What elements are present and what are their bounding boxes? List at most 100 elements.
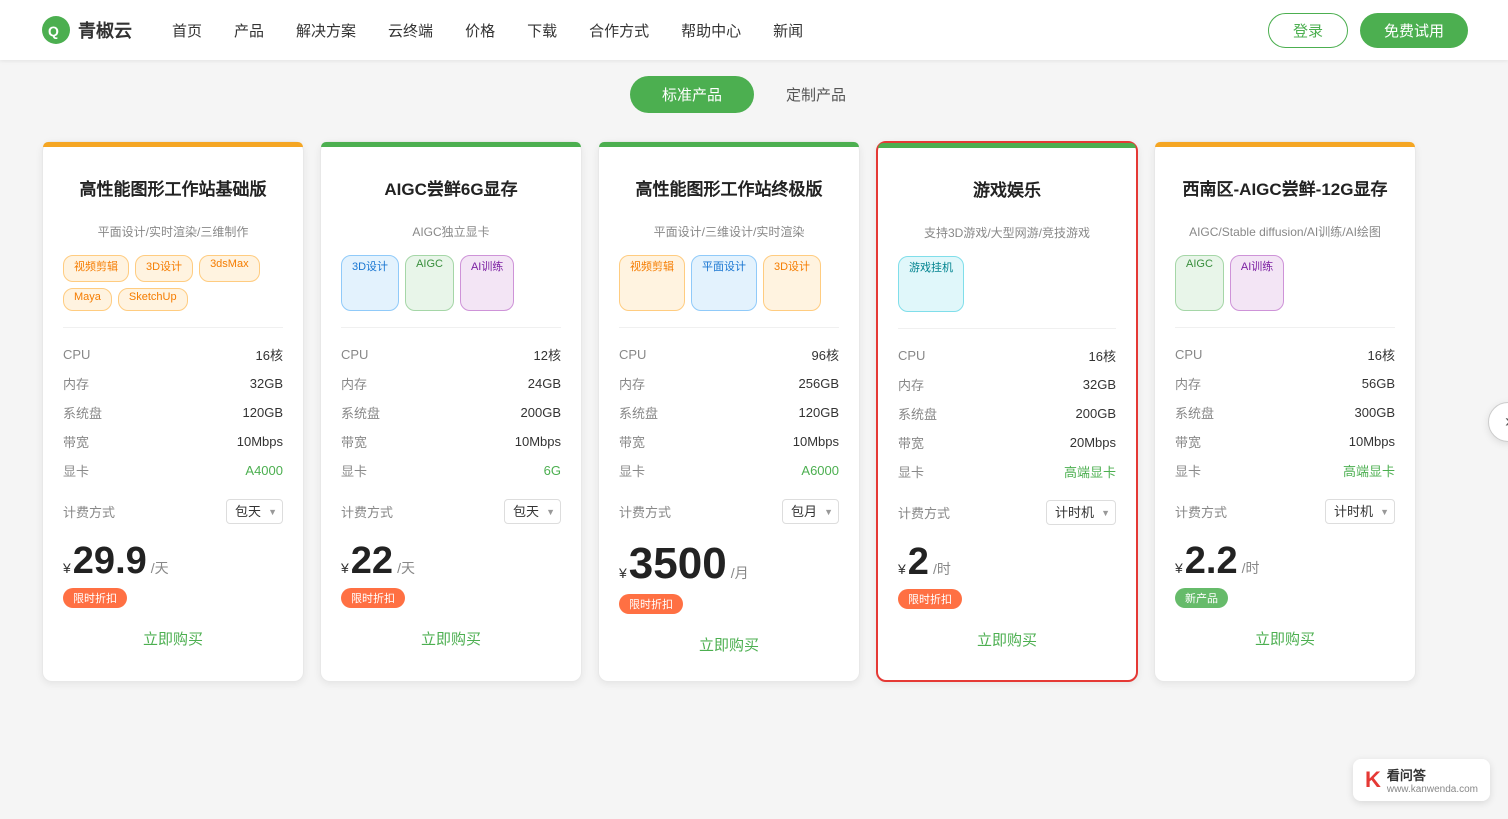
spec-disk-1: 系统盘 120GB (63, 398, 283, 427)
spec-gpu-2: 显卡 6G (341, 456, 561, 485)
tab-standard[interactable]: 标准产品 (630, 76, 754, 113)
nav-cooperation[interactable]: 合作方式 (589, 20, 649, 41)
price-section-4: ¥ 2 /时 限时折扣 (878, 543, 1136, 609)
watermark-text-block: 看问答 www.kanwenda.com (1387, 765, 1478, 795)
tab-custom[interactable]: 定制产品 (754, 76, 878, 113)
card-tags-4: 游戏挂机 (898, 256, 1116, 312)
tag-aitrain-5[interactable]: AI训练 (1230, 255, 1284, 311)
billing-select-5[interactable]: 计时机包天包月 (1325, 499, 1395, 524)
nav-price[interactable]: 价格 (465, 20, 495, 41)
price-badge-5[interactable]: 新产品 (1175, 588, 1228, 608)
spec-disk-3: 系统盘 120GB (619, 398, 839, 427)
tag-sketchup[interactable]: SketchUp (118, 288, 188, 311)
tag-video-edit[interactable]: 视频剪辑 (63, 255, 129, 282)
spec-bw-5: 带宽 10Mbps (1175, 427, 1395, 456)
spec-gpu-3: 显卡 A6000 (619, 456, 839, 485)
nav-news[interactable]: 新闻 (773, 20, 803, 41)
buy-button-1[interactable]: 立即购买 (43, 622, 303, 655)
spec-bw-3: 带宽 10Mbps (619, 427, 839, 456)
watermark: K 看问答 www.kanwenda.com (1353, 759, 1490, 801)
billing-select-2[interactable]: 包天包月 (504, 499, 561, 524)
card-tags-1: 视频剪辑 3D设计 3dsMax Maya SketchUp (63, 255, 283, 311)
price-section-3: ¥ 3500 /月 限时折扣 (599, 542, 859, 614)
card-specs-4: CPU 16核 内存 32GB 系统盘 200GB 带宽 20Mbps 显卡 (898, 328, 1116, 486)
billing-select-wrapper-2[interactable]: 包天包月 (504, 499, 561, 524)
card-body-1: 高性能图形工作站基础版 平面设计/实时渲染/三维制作 视频剪辑 3D设计 3ds… (43, 147, 303, 524)
buy-button-4[interactable]: 立即购买 (878, 623, 1136, 656)
tag-aitrain-2[interactable]: AI训练 (460, 255, 514, 311)
billing-select-3[interactable]: 包月包天 (782, 499, 839, 524)
tag-aigc-5[interactable]: AIGC (1175, 255, 1224, 311)
spec-mem-2: 内存 24GB (341, 369, 561, 398)
trial-button[interactable]: 免费试用 (1360, 13, 1468, 48)
card-tags-3: 视频剪辑 平面设计 3D设计 (619, 255, 839, 311)
card-title-3: 高性能图形工作站终极版 (619, 165, 839, 215)
svg-text:Q: Q (48, 23, 59, 39)
billing-select-4[interactable]: 计时机包天包月 (1046, 500, 1116, 525)
card-body-5: 西南区-AIGC尝鲜-12G显存 AIGC/Stable diffusion/A… (1155, 147, 1415, 524)
spec-mem-3: 内存 256GB (619, 369, 839, 398)
price-main-5: ¥ 2.2 /时 (1175, 542, 1395, 580)
spec-bw-4: 带宽 20Mbps (898, 428, 1116, 457)
price-main-1: ¥ 29.9 /天 (63, 542, 283, 580)
next-arrow[interactable]: › (1488, 402, 1508, 442)
price-badge-1[interactable]: 限时折扣 (63, 588, 127, 608)
tag-maya[interactable]: Maya (63, 288, 112, 311)
buy-button-2[interactable]: 立即购买 (321, 622, 581, 655)
billing-select-wrapper-3[interactable]: 包月包天 (782, 499, 839, 524)
spec-cpu-3: CPU 96核 (619, 340, 839, 369)
tag-game-4[interactable]: 游戏挂机 (898, 256, 964, 312)
price-badge-2[interactable]: 限时折扣 (341, 588, 405, 608)
billing-select-1[interactable]: 包天包月 (226, 499, 283, 524)
card-tags-2: 3D设计 AIGC AI训练 (341, 255, 561, 311)
nav-download[interactable]: 下载 (527, 20, 557, 41)
card-specs-2: CPU 12核 内存 24GB 系统盘 200GB 带宽 10Mbps 显卡 (341, 327, 561, 485)
price-badge-4[interactable]: 限时折扣 (898, 589, 962, 609)
card-tags-5: AIGC AI训练 (1175, 255, 1395, 311)
buy-button-5[interactable]: 立即购买 (1155, 622, 1415, 655)
login-button[interactable]: 登录 (1268, 13, 1348, 48)
tag-video-3[interactable]: 视频剪辑 (619, 255, 685, 311)
billing-select-wrapper-5[interactable]: 计时机包天包月 (1325, 499, 1395, 524)
nav-home[interactable]: 首页 (172, 20, 202, 41)
spec-mem-4: 内存 32GB (898, 370, 1116, 399)
tag-3d-3[interactable]: 3D设计 (763, 255, 821, 311)
main-nav: 首页 产品 解决方案 云终端 价格 下载 合作方式 帮助中心 新闻 (172, 20, 1268, 41)
card-body-2: AIGC尝鲜6G显存 AIGC独立显卡 3D设计 AIGC AI训练 CPU 1… (321, 147, 581, 524)
nav-help[interactable]: 帮助中心 (681, 20, 741, 41)
price-main-4: ¥ 2 /时 (898, 543, 1116, 581)
card-workstation-ultimate: 高性能图形工作站终极版 平面设计/三维设计/实时渲染 视频剪辑 平面设计 3D设… (598, 141, 860, 682)
logo[interactable]: Q 青椒云 (40, 14, 132, 46)
card-aigc-6g: AIGC尝鲜6G显存 AIGC独立显卡 3D设计 AIGC AI训练 CPU 1… (320, 141, 582, 682)
header: Q 青椒云 首页 产品 解决方案 云终端 价格 下载 合作方式 帮助中心 新闻 … (0, 0, 1508, 60)
card-workstation-basic: 高性能图形工作站基础版 平面设计/实时渲染/三维制作 视频剪辑 3D设计 3ds… (42, 141, 304, 682)
card-body-3: 高性能图形工作站终极版 平面设计/三维设计/实时渲染 视频剪辑 平面设计 3D设… (599, 147, 859, 524)
spec-disk-2: 系统盘 200GB (341, 398, 561, 427)
price-main-3: ¥ 3500 /月 (619, 542, 839, 586)
billing-row-1: 计费方式 包天包月 (63, 499, 283, 524)
billing-select-wrapper-4[interactable]: 计时机包天包月 (1046, 500, 1116, 525)
card-subtitle-5: AIGC/Stable diffusion/AI训练/AI绘图 (1175, 223, 1395, 241)
billing-select-wrapper-1[interactable]: 包天包月 (226, 499, 283, 524)
card-subtitle-1: 平面设计/实时渲染/三维制作 (63, 223, 283, 241)
card-specs-3: CPU 96核 内存 256GB 系统盘 120GB 带宽 10Mbps 显卡 (619, 327, 839, 485)
tag-3dsmax[interactable]: 3dsMax (199, 255, 260, 282)
tag-3ddesign-2[interactable]: 3D设计 (341, 255, 399, 311)
price-section-2: ¥ 22 /天 限时折扣 (321, 542, 581, 608)
spec-bw-2: 带宽 10Mbps (341, 427, 561, 456)
tag-aigc-2[interactable]: AIGC (405, 255, 454, 311)
logo-icon: Q (40, 14, 72, 46)
nav-products[interactable]: 产品 (234, 20, 264, 41)
card-subtitle-3: 平面设计/三维设计/实时渲染 (619, 223, 839, 241)
spec-disk-4: 系统盘 200GB (898, 399, 1116, 428)
spec-mem-5: 内存 56GB (1175, 369, 1395, 398)
buy-button-3[interactable]: 立即购买 (599, 628, 859, 661)
tag-3d-design[interactable]: 3D设计 (135, 255, 193, 282)
price-badge-3[interactable]: 限时折扣 (619, 594, 683, 614)
billing-row-3: 计费方式 包月包天 (619, 499, 839, 524)
nav-solutions[interactable]: 解决方案 (296, 20, 356, 41)
cards-container: 高性能图形工作站基础版 平面设计/实时渲染/三维制作 视频剪辑 3D设计 3ds… (0, 121, 1508, 722)
tag-flat-3[interactable]: 平面设计 (691, 255, 757, 311)
nav-terminal[interactable]: 云终端 (388, 20, 433, 41)
spec-gpu-4: 显卡 高端显卡 (898, 457, 1116, 486)
